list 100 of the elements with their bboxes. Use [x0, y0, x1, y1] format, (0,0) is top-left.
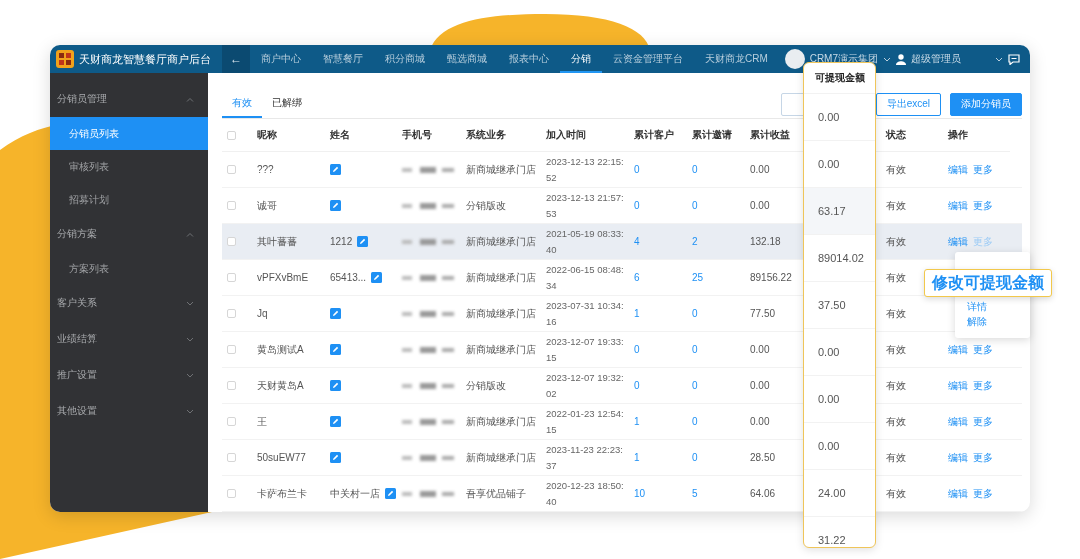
count-link[interactable]: 1: [634, 308, 640, 319]
count-link[interactable]: 0: [692, 200, 698, 211]
caret-down-icon[interactable]: [186, 300, 194, 306]
tab[interactable]: 有效: [222, 90, 262, 118]
checkbox[interactable]: [227, 273, 236, 282]
table-cell: 分销版改: [466, 198, 506, 213]
count-link[interactable]: 0: [634, 380, 640, 391]
sidebar-item[interactable]: 招募计划: [50, 183, 208, 216]
count-link[interactable]: 10: [634, 488, 646, 499]
action-link[interactable]: 更多: [973, 378, 993, 393]
count-link[interactable]: 6: [634, 272, 640, 283]
menu-item[interactable]: 解除: [967, 314, 987, 329]
nav-tab[interactable]: 积分商城: [374, 45, 436, 73]
count-link[interactable]: 0: [692, 308, 698, 319]
caret-down-icon[interactable]: [186, 336, 194, 342]
checkbox[interactable]: [227, 309, 236, 318]
checkbox[interactable]: [227, 130, 236, 140]
action-link[interactable]: 编辑: [948, 162, 968, 177]
edit-icon[interactable]: [330, 452, 341, 463]
edit-icon[interactable]: [371, 272, 383, 283]
count-link[interactable]: 0: [692, 164, 698, 175]
checkbox[interactable]: [227, 201, 236, 210]
table-cell: 新商城继承门店: [466, 234, 536, 249]
table-cell: 新商城继承门店: [466, 270, 536, 285]
edit-icon[interactable]: [330, 200, 341, 211]
count-link[interactable]: 5: [692, 488, 698, 499]
table-cell: 新商城继承门店: [466, 162, 536, 177]
count-link[interactable]: 0: [634, 200, 640, 211]
add-button[interactable]: 添加分销员: [950, 92, 1022, 116]
action-link[interactable]: 编辑: [948, 450, 968, 465]
sidebar-item[interactable]: 方案列表: [50, 252, 208, 285]
sidebar-group[interactable]: 业绩结算: [50, 321, 208, 357]
nav-tab[interactable]: 甄选商城: [436, 45, 498, 73]
caret-down-icon[interactable]: [186, 372, 194, 378]
group-label: 分销方案: [57, 227, 97, 241]
caret-up-icon[interactable]: [186, 231, 194, 237]
action-link[interactable]: 更多: [973, 342, 993, 357]
checkbox[interactable]: [227, 345, 236, 354]
edit-icon[interactable]: [330, 380, 341, 391]
action-link[interactable]: 更多: [973, 162, 993, 177]
edit-icon[interactable]: [330, 164, 341, 175]
count-link[interactable]: 0: [692, 380, 698, 391]
checkbox[interactable]: [227, 237, 236, 246]
checkbox[interactable]: [227, 489, 236, 498]
sidebar-group[interactable]: 推广设置: [50, 357, 208, 393]
action-link[interactable]: 编辑: [948, 414, 968, 429]
count-link[interactable]: 0: [634, 344, 640, 355]
nav-tab[interactable]: 分销: [560, 45, 602, 73]
menu-item[interactable]: 修改可提现金额: [924, 269, 1052, 297]
table-cell: 有效: [886, 306, 906, 321]
message-icon[interactable]: [1008, 53, 1020, 65]
count-link[interactable]: 25: [692, 272, 704, 283]
count-link[interactable]: 4: [634, 236, 640, 247]
nav-tab[interactable]: 天财商龙CRM: [694, 45, 779, 73]
sidebar-item[interactable]: 审核列表: [50, 150, 208, 183]
edit-icon[interactable]: [330, 308, 341, 319]
action-link[interactable]: 更多: [973, 450, 993, 465]
sidebar-group[interactable]: 分销员管理: [50, 81, 208, 117]
count-link[interactable]: 0: [692, 452, 698, 463]
action-link[interactable]: 更多: [973, 198, 993, 213]
nav-tab[interactable]: 商户中心: [250, 45, 312, 73]
sidebar-group[interactable]: 分销方案: [50, 216, 208, 252]
nav-tab[interactable]: 云资金管理平台: [602, 45, 694, 73]
checkbox[interactable]: [227, 453, 236, 462]
count-link[interactable]: 1: [634, 416, 640, 427]
action-link[interactable]: 编辑: [948, 378, 968, 393]
sidebar-item[interactable]: 分销员列表: [50, 117, 208, 150]
edit-icon[interactable]: [330, 344, 341, 355]
action-link[interactable]: 编辑: [948, 198, 968, 213]
table-cell: 新商城继承门店: [466, 414, 536, 429]
menu-item[interactable]: 详情: [967, 299, 987, 314]
user-name[interactable]: 超级管理员: [911, 52, 961, 66]
caret-down-icon[interactable]: [186, 408, 194, 414]
count-link[interactable]: 0: [692, 344, 698, 355]
count-link[interactable]: 2: [692, 236, 698, 247]
tab[interactable]: 已解绑: [262, 90, 312, 118]
table-cell-text: 2023-12-13 22:15:52: [546, 154, 624, 185]
checkbox[interactable]: [227, 381, 236, 390]
amount-value: 24.00: [818, 487, 846, 499]
edit-icon[interactable]: [357, 236, 369, 247]
edit-icon[interactable]: [330, 416, 341, 427]
blurred-phone: [402, 381, 456, 390]
action-link[interactable]: 更多: [973, 486, 993, 501]
count-link[interactable]: 0: [634, 164, 640, 175]
nav-tab[interactable]: 报表中心: [498, 45, 560, 73]
edit-icon[interactable]: [385, 488, 396, 499]
action-link[interactable]: 编辑: [948, 234, 968, 249]
sidebar-group[interactable]: 其他设置: [50, 393, 208, 429]
sidebar-group[interactable]: 客户关系: [50, 285, 208, 321]
caret-up-icon[interactable]: [186, 96, 194, 102]
action-link[interactable]: 编辑: [948, 486, 968, 501]
export-button[interactable]: 导出excel: [875, 92, 941, 116]
action-link[interactable]: 更多: [973, 414, 993, 429]
checkbox[interactable]: [227, 417, 236, 426]
action-link[interactable]: 编辑: [948, 342, 968, 357]
count-link[interactable]: 0: [692, 416, 698, 427]
back-button[interactable]: ←: [222, 45, 250, 73]
count-link[interactable]: 1: [634, 452, 640, 463]
checkbox[interactable]: [227, 165, 236, 174]
nav-tab[interactable]: 智慧餐厅: [312, 45, 374, 73]
